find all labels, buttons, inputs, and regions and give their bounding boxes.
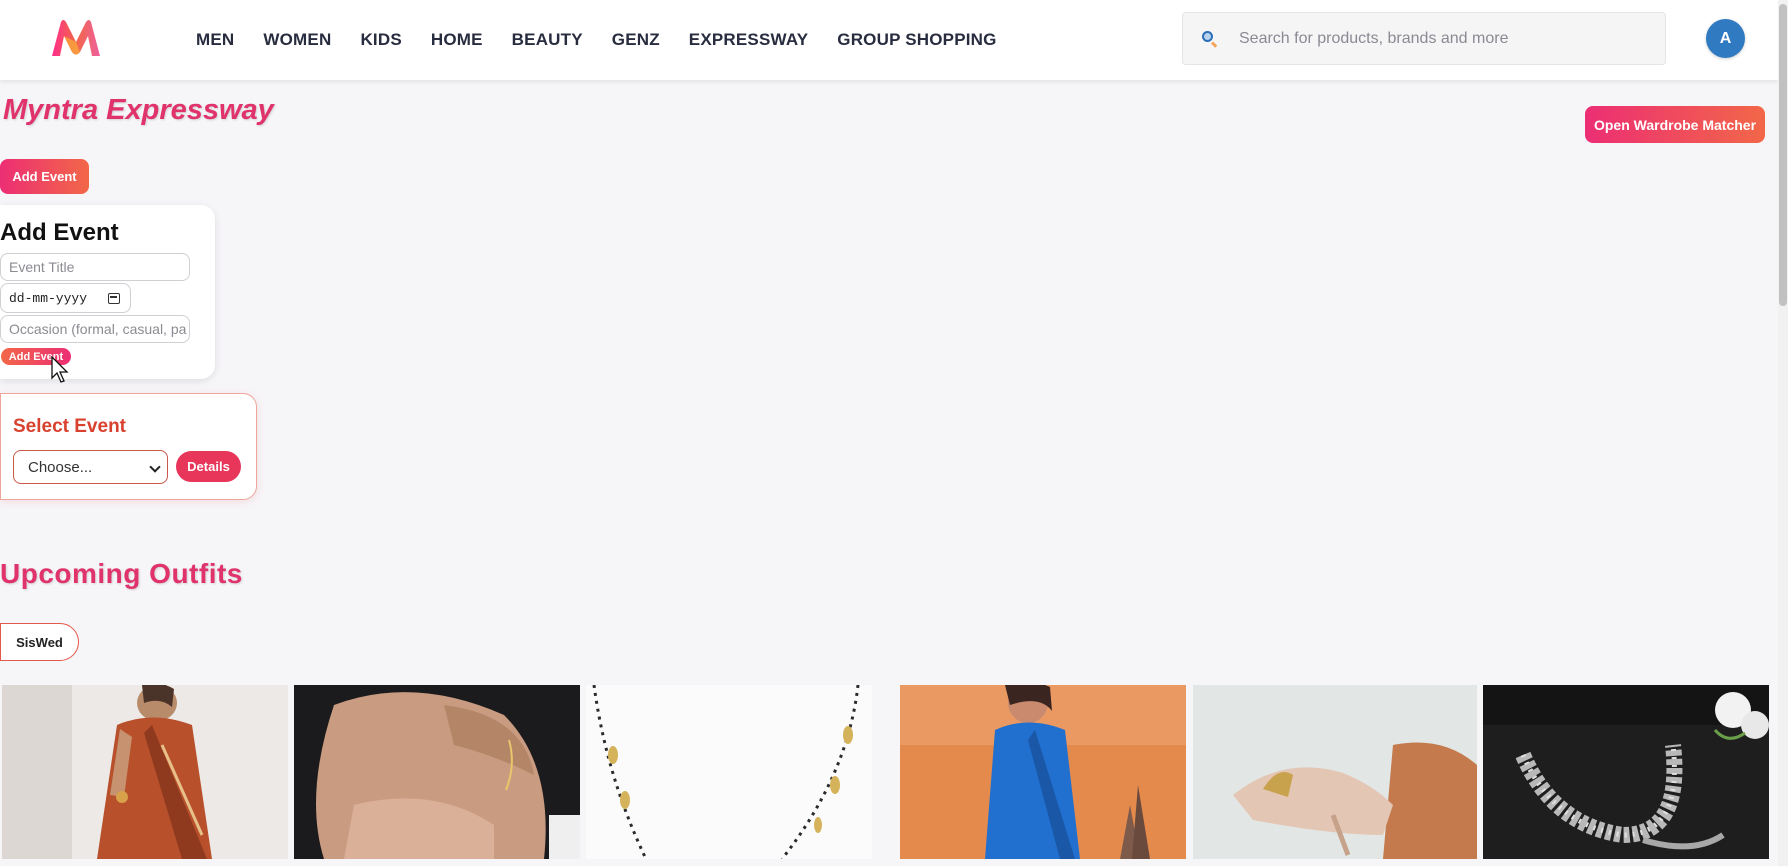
product-image-bracelet[interactable] bbox=[294, 685, 580, 859]
date-placeholder: dd-mm-yyyy bbox=[9, 290, 88, 306]
chevron-down-icon bbox=[149, 461, 161, 473]
mouse-cursor-icon bbox=[51, 356, 69, 383]
add-event-toggle-button[interactable]: Add Event bbox=[0, 159, 89, 194]
search-icon bbox=[1201, 30, 1219, 48]
top-header: MEN WOMEN KIDS HOME BEAUTY GENZ EXPRESSW… bbox=[0, 0, 1778, 80]
search-input[interactable] bbox=[1239, 29, 1639, 48]
occasion-input[interactable] bbox=[0, 315, 190, 343]
page-title: Myntra Expressway bbox=[3, 94, 274, 126]
add-event-form: Add Event dd-mm-yyyy Add Event bbox=[0, 205, 215, 379]
event-select-dropdown[interactable]: Choose... bbox=[13, 450, 168, 484]
nav-kids[interactable]: KIDS bbox=[360, 30, 401, 50]
main-nav: MEN WOMEN KIDS HOME BEAUTY GENZ EXPRESSW… bbox=[196, 0, 997, 80]
event-title-input[interactable] bbox=[0, 253, 190, 281]
nav-expressway[interactable]: EXPRESSWAY bbox=[689, 30, 808, 50]
nav-women[interactable]: WOMEN bbox=[263, 30, 331, 50]
nav-beauty[interactable]: BEAUTY bbox=[512, 30, 583, 50]
nav-men[interactable]: MEN bbox=[196, 30, 234, 50]
nav-home[interactable]: HOME bbox=[431, 30, 483, 50]
product-image-mangalsutra[interactable] bbox=[586, 685, 872, 859]
select-event-panel: Select Event Choose... Details bbox=[0, 393, 257, 500]
user-avatar[interactable]: A bbox=[1706, 19, 1745, 58]
nav-genz[interactable]: GENZ bbox=[612, 30, 660, 50]
product-image-silver-anklet[interactable] bbox=[1483, 685, 1769, 859]
myntra-logo-icon[interactable] bbox=[50, 18, 102, 58]
outfit-gallery bbox=[0, 685, 1770, 859]
search-bar[interactable] bbox=[1182, 12, 1666, 65]
upcoming-outfits-heading: Upcoming Outfits bbox=[0, 558, 243, 589]
details-button[interactable]: Details bbox=[176, 451, 241, 482]
open-wardrobe-matcher-button[interactable]: Open Wardrobe Matcher bbox=[1585, 106, 1765, 143]
event-date-input[interactable]: dd-mm-yyyy bbox=[0, 283, 131, 313]
product-image-gold-heels[interactable] bbox=[1193, 685, 1477, 859]
product-image-rust-saree[interactable] bbox=[2, 685, 288, 859]
calendar-icon[interactable] bbox=[108, 293, 120, 304]
selected-event-value: Choose... bbox=[28, 458, 93, 476]
nav-group-shopping[interactable]: GROUP SHOPPING bbox=[837, 30, 996, 50]
scrollbar-thumb[interactable] bbox=[1779, 4, 1787, 306]
event-chip-siswed[interactable]: SisWed bbox=[0, 623, 79, 661]
select-event-heading: Select Event bbox=[13, 416, 126, 437]
product-image-blue-saree[interactable] bbox=[900, 685, 1186, 859]
add-event-heading: Add Event bbox=[0, 219, 119, 246]
